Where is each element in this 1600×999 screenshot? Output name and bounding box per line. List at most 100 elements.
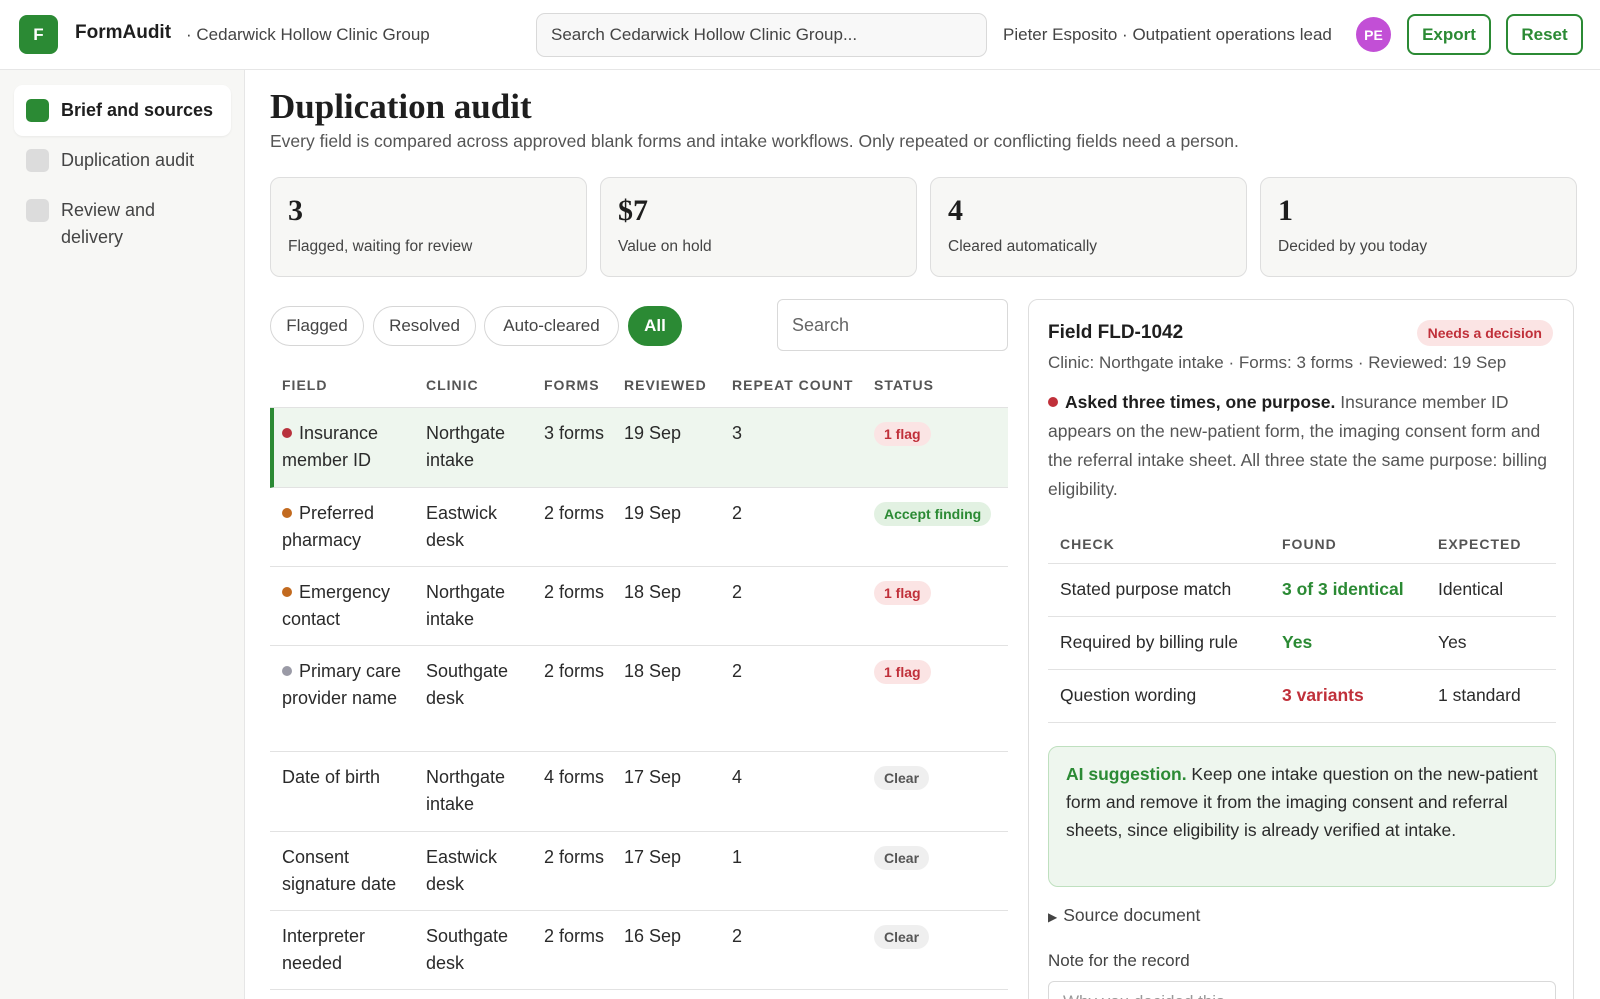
table-row[interactable]: Consent signature date Eastwick desk 2 for… bbox=[270, 832, 1008, 911]
repeat-count-cell: 1 bbox=[732, 844, 792, 871]
stat-card-decided: 1 Decided by you today bbox=[1260, 177, 1577, 277]
check-table: CHECK FOUND EXPECTED Stated purpose matc… bbox=[1048, 528, 1556, 723]
table-row[interactable]: Primary care provider name Southgate desk… bbox=[270, 646, 1008, 752]
stat-card-cleared: 4 Cleared automatically bbox=[930, 177, 1247, 277]
list-search-input[interactable] bbox=[777, 299, 1008, 351]
stat-value: 4 bbox=[948, 194, 963, 227]
check-name: Question wording bbox=[1060, 685, 1197, 705]
reviewed-cell-text: 18 Sep bbox=[624, 661, 682, 681]
field-cell: Interpreter needed bbox=[282, 923, 406, 977]
reviewed-cell: 18 Sep bbox=[624, 579, 714, 606]
status-badge: 1 flag bbox=[874, 660, 931, 684]
column-header-expected: EXPECTED bbox=[1438, 536, 1522, 552]
severity-dot-icon bbox=[1048, 397, 1058, 407]
repeat-count-cell: 2 bbox=[732, 658, 792, 685]
stat-value: $7 bbox=[618, 194, 648, 227]
filter-chip-auto-cleared[interactable]: Auto-cleared bbox=[484, 306, 619, 346]
global-search-input[interactable] bbox=[536, 13, 987, 57]
check-row: Question wording 3 variants 1 standard bbox=[1048, 670, 1556, 723]
sidebar-item-duplication-audit[interactable]: Duplication audit bbox=[14, 135, 231, 186]
stat-label: Value on hold bbox=[618, 238, 712, 255]
table-row[interactable]: Insurance member ID Northgate intake 3 for… bbox=[270, 408, 1008, 488]
filter-chip-flagged[interactable]: Flagged bbox=[270, 306, 364, 346]
column-header-forms[interactable]: FORMS bbox=[544, 377, 600, 393]
table-row[interactable]: Interpreter needed Southgate desk 2 forms 1… bbox=[270, 911, 1008, 990]
step-checkbox-icon bbox=[26, 99, 49, 122]
forms-cell: 3 forms bbox=[544, 420, 604, 447]
field-cell-text: Insurance member ID bbox=[282, 423, 379, 470]
reviewed-cell: 19 Sep bbox=[624, 420, 714, 447]
stat-label: Flagged, waiting for review bbox=[288, 238, 473, 255]
forms-cell-text: 3 forms bbox=[544, 423, 605, 443]
repeat-count-cell-text: 2 bbox=[732, 926, 743, 946]
check-row: Required by billing rule Yes Yes bbox=[1048, 617, 1556, 670]
sidebar-item-review-and-delivery[interactable]: Review and delivery bbox=[14, 185, 231, 263]
field-cell-text: Consent signature date bbox=[282, 847, 397, 894]
avatar[interactable]: PE bbox=[1356, 17, 1391, 52]
column-header-check: CHECK bbox=[1060, 536, 1115, 552]
repeat-count-cell: 3 bbox=[732, 420, 792, 447]
check-name: Required by billing rule bbox=[1060, 632, 1239, 652]
detail-title: Field FLD-1042 bbox=[1048, 322, 1184, 343]
table-body: Insurance member ID Northgate intake 3 for… bbox=[270, 408, 1008, 990]
reviewed-cell: 17 Sep bbox=[624, 764, 714, 791]
repeat-count-cell: 2 bbox=[732, 500, 792, 527]
disclosure-triangle-icon: ▶ bbox=[1048, 910, 1058, 924]
note-label: Note for the record bbox=[1048, 951, 1190, 970]
column-header-field[interactable]: FIELD bbox=[282, 377, 327, 393]
field-cell-text: Interpreter needed bbox=[282, 926, 366, 973]
table-row[interactable]: Emergency contact Northgate intake 2 forms… bbox=[270, 567, 1008, 646]
status-badge: Clear bbox=[874, 846, 930, 870]
clinic-cell: Eastwick desk bbox=[426, 844, 531, 898]
app-logo[interactable]: F bbox=[19, 15, 58, 54]
clinic-cell: Northgate intake bbox=[426, 420, 531, 474]
stat-label: Decided by you today bbox=[1278, 238, 1428, 255]
table-row[interactable]: Date of birth Northgate intake 4 forms 17 S… bbox=[270, 752, 1008, 832]
check-found: 3 variants bbox=[1282, 685, 1364, 705]
reviewed-cell-text: 16 Sep bbox=[624, 926, 682, 946]
source-document-toggle[interactable]: ▶ Source document bbox=[1048, 905, 1200, 926]
reviewed-cell-text: 17 Sep bbox=[624, 847, 682, 867]
field-cell: Primary care provider name bbox=[282, 658, 406, 712]
severity-dot-icon bbox=[282, 508, 292, 518]
column-header-status[interactable]: STATUS bbox=[874, 377, 934, 393]
clinic-cell-text: Northgate intake bbox=[426, 767, 506, 814]
filter-chip-resolved[interactable]: Resolved bbox=[373, 306, 476, 346]
repeat-count-cell: 4 bbox=[732, 764, 792, 791]
clinic-cell-text: Southgate desk bbox=[426, 661, 509, 708]
sidebar-item-label: Brief and sources bbox=[61, 100, 214, 120]
ai-suggestion: AI suggestion. Keep one intake question … bbox=[1048, 746, 1556, 887]
field-cell: Insurance member ID bbox=[282, 420, 406, 474]
reviewed-cell: 17 Sep bbox=[624, 844, 714, 871]
forms-cell-text: 2 forms bbox=[544, 926, 605, 946]
top-bar: F FormAudit · Cedarwick Hollow Clinic Gr… bbox=[0, 0, 1600, 70]
filter-chip-all[interactable]: All bbox=[628, 306, 682, 346]
field-cell: Emergency contact bbox=[282, 579, 406, 633]
status-badge: Clear bbox=[874, 925, 930, 949]
clinic-cell: Northgate intake bbox=[426, 764, 531, 818]
column-header-clinic[interactable]: CLINIC bbox=[426, 377, 479, 393]
sidebar-item-label: Duplication audit bbox=[61, 150, 195, 170]
column-header-reviewed[interactable]: REVIEWED bbox=[624, 377, 707, 393]
field-cell: Date of birth bbox=[282, 764, 406, 791]
user-name: Pieter Esposito · Outpatient operations … bbox=[1003, 25, 1332, 44]
note-input[interactable] bbox=[1048, 981, 1556, 999]
forms-cell-text: 2 forms bbox=[544, 661, 605, 681]
severity-dot-icon bbox=[282, 666, 292, 676]
column-header-repeat-count[interactable]: REPEAT COUNT bbox=[732, 377, 853, 393]
status-badge: Accept finding bbox=[874, 502, 992, 526]
field-cell-text: Date of birth bbox=[282, 767, 381, 787]
clinic-cell-text: Southgate desk bbox=[426, 926, 509, 973]
detail-panel: Field FLD-1042 Needs a decision Clinic: … bbox=[1028, 299, 1574, 999]
check-expected: Identical bbox=[1438, 579, 1504, 599]
reset-button[interactable]: Reset bbox=[1506, 14, 1583, 55]
forms-cell: 2 forms bbox=[544, 500, 604, 527]
clinic-cell-text: Eastwick desk bbox=[426, 503, 498, 550]
clinic-cell-text: Northgate intake bbox=[426, 582, 506, 629]
forms-cell: 2 forms bbox=[544, 923, 604, 950]
table-row[interactable]: Preferred pharmacy Eastwick desk 2 forms 19… bbox=[270, 488, 1008, 567]
sidebar-item-label: Review and delivery bbox=[61, 200, 156, 247]
export-button[interactable]: Export bbox=[1407, 14, 1491, 55]
sidebar-item-brief-and-sources[interactable]: Brief and sources bbox=[14, 85, 231, 136]
reviewed-cell: 19 Sep bbox=[624, 500, 714, 527]
